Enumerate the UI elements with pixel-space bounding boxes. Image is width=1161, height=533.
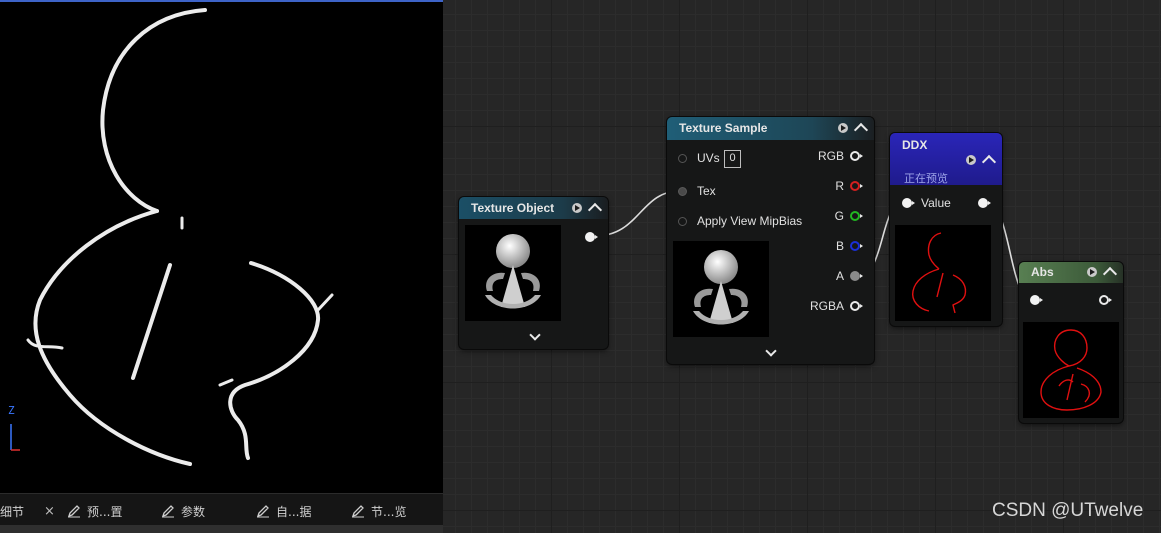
collapse-icon[interactable] [587, 202, 603, 218]
node-header[interactable]: Texture Sample [667, 117, 874, 140]
output-pin[interactable] [978, 198, 991, 208]
output-pin[interactable] [585, 232, 598, 242]
details-tab-bar: 细节 × 预...置 参数 自...据 节...览 [0, 493, 443, 526]
ddx-preview-image [912, 232, 967, 314]
rgba-output-label: RGBA [809, 299, 844, 313]
pencil-icon [161, 505, 174, 518]
preview-status-label: 正在预览 [904, 173, 948, 185]
mipbias-input-pin[interactable] [678, 217, 687, 226]
node-title: Abs [1031, 265, 1054, 279]
texture-sample-node[interactable]: Texture Sample UVs 0 Tex Apply View MipB… [667, 117, 874, 364]
expand-icon[interactable] [765, 345, 777, 357]
watermark-text: CSDN @UTwelve [992, 500, 1144, 521]
details-panel-body [0, 525, 443, 533]
r-output-pin[interactable] [850, 181, 863, 191]
tab-parameters[interactable]: 参数 [161, 502, 205, 520]
tab-node-preview[interactable]: 节...览 [351, 502, 406, 520]
uvs-input-label: UVs [697, 151, 720, 165]
output-pin[interactable] [1099, 295, 1112, 305]
tab-details[interactable]: 细节 × [0, 502, 55, 520]
pencil-icon [351, 505, 364, 518]
uvs-input-pin[interactable] [678, 154, 687, 163]
node-header-icons [838, 121, 869, 138]
tex-input-pin[interactable] [678, 187, 687, 196]
rgb-output-pin[interactable] [850, 151, 863, 161]
preview-toggle-icon[interactable] [1087, 267, 1097, 277]
preview-toggle-icon[interactable] [572, 203, 582, 213]
node-title: Texture Sample [679, 121, 768, 135]
abs-node[interactable]: Abs [1019, 262, 1123, 423]
mipbias-input-label: Apply View MipBias [697, 214, 803, 228]
ddx-node[interactable]: DDX 正在预览 Value [890, 133, 1002, 326]
tab-label: 参数 [181, 504, 206, 519]
ddx-preview-thumbnail [895, 225, 991, 321]
tab-label: 自...据 [276, 504, 312, 519]
close-icon[interactable]: × [44, 504, 55, 519]
b-output-pin[interactable] [850, 241, 863, 251]
tab-label: 细节 [0, 504, 25, 519]
rgb-output-label: RGB [817, 149, 844, 163]
r-output-label: R [835, 179, 844, 193]
viewport-preview-image [26, 8, 334, 466]
node-header[interactable]: DDX 正在预览 [890, 133, 1002, 185]
input-pin[interactable] [1030, 295, 1043, 305]
uv-index-field[interactable]: 0 [724, 150, 741, 168]
abs-preview-image [1040, 329, 1102, 411]
b-output-label: B [835, 239, 844, 253]
g-output-pin[interactable] [850, 211, 863, 221]
texture-thumbnail [465, 225, 561, 321]
preview-toggle-icon[interactable] [966, 155, 976, 165]
node-title: Texture Object [471, 201, 555, 215]
g-output-label: G [834, 209, 844, 223]
node-header-icons [966, 153, 997, 170]
a-output-pin[interactable] [850, 271, 863, 281]
tab-preview-scene-settings[interactable]: 预...置 [67, 502, 122, 520]
expand-icon[interactable] [529, 329, 541, 341]
preview-toggle-icon[interactable] [838, 123, 848, 133]
preview-viewport[interactable]: Z [0, 0, 443, 493]
tab-label: 节...览 [371, 504, 407, 519]
node-header-icons [1087, 265, 1118, 282]
texture-thumbnail [673, 241, 769, 337]
tex-input-label: Tex [697, 184, 716, 198]
pencil-icon [67, 505, 80, 518]
collapse-icon[interactable] [981, 154, 997, 170]
collapse-icon[interactable] [1102, 266, 1118, 282]
ue-logo-icon [485, 234, 541, 309]
ue-logo-icon [693, 250, 749, 325]
value-input-pin[interactable] [902, 198, 915, 208]
node-title: DDX [902, 138, 928, 152]
tab-custom-primitive-data[interactable]: 自...据 [256, 502, 311, 520]
rgba-output-pin[interactable] [850, 301, 863, 311]
axis-z-label: Z [8, 404, 15, 417]
value-input-label: Value [921, 196, 951, 210]
tab-label: 预...置 [87, 504, 123, 519]
node-header[interactable]: Abs [1019, 262, 1123, 283]
collapse-icon[interactable] [853, 122, 869, 138]
node-header[interactable]: Texture Object [459, 197, 608, 219]
node-header-icons [572, 201, 603, 218]
pencil-icon [256, 505, 269, 518]
abs-preview-thumbnail [1023, 322, 1119, 418]
texture-object-node[interactable]: Texture Object [459, 197, 608, 349]
a-output-label: A [835, 269, 844, 283]
